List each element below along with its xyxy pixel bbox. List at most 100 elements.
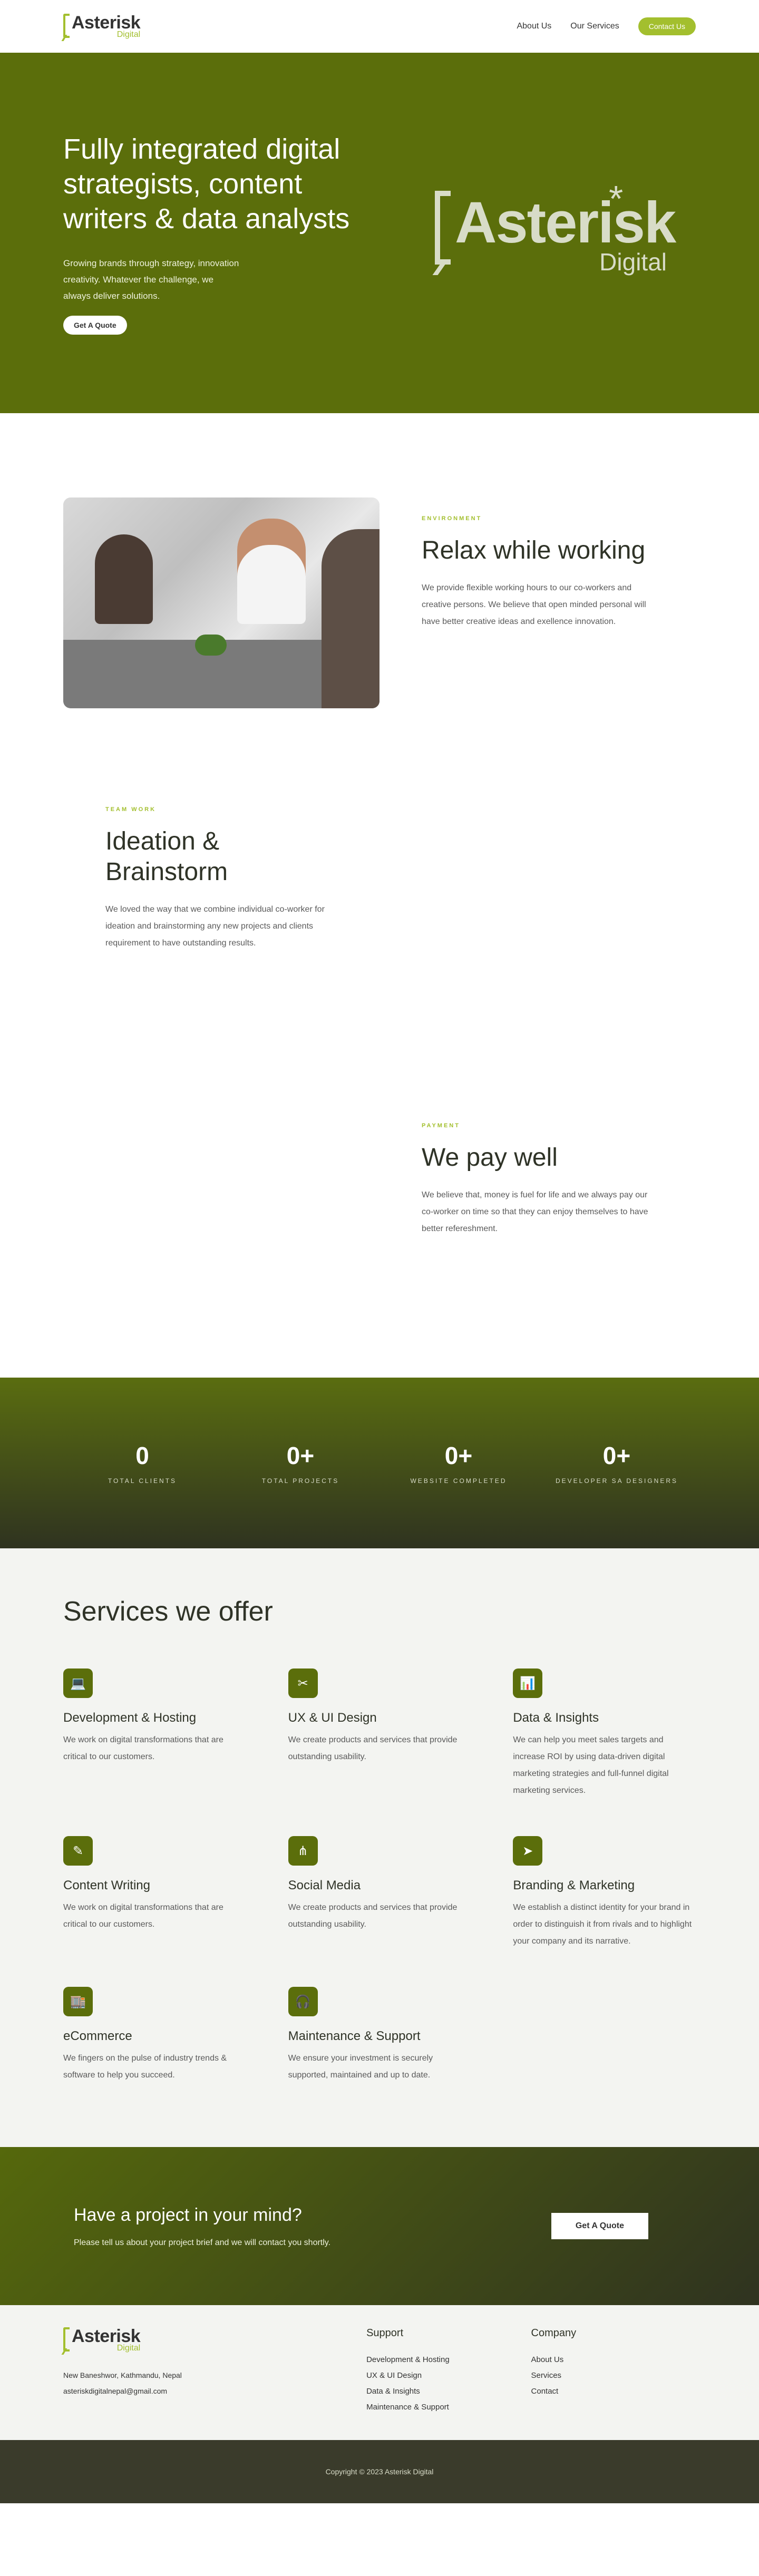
service-card: ➤ Branding & Marketing We establish a di… (513, 1836, 696, 1950)
feature-eyebrow: PAYMENT (422, 1123, 460, 1129)
service-description: We can help you meet sales targets and i… (513, 1735, 669, 1795)
footer-link[interactable]: Maintenance & Support (366, 2399, 531, 2415)
feature-title: We pay well (422, 1144, 558, 1172)
service-card: 🏬 eCommerce We fingers on the pulse of i… (63, 1987, 246, 2084)
stat-label: TOTAL CLIENTS (108, 1477, 177, 1485)
footer-company-title: Company (531, 2327, 577, 2339)
footer-link[interactable]: Development & Hosting (366, 2352, 531, 2368)
service-card: 🎧 Maintenance & Support We ensure your i… (288, 1987, 471, 2084)
feature-description: We loved the way that we combine individ… (105, 905, 325, 948)
service-description: We ensure your investment is securely su… (288, 2054, 433, 2080)
footer-support-column: Support Development & Hosting UX & UI De… (366, 2327, 531, 2440)
office-meeting-photo (63, 497, 380, 708)
stat-total-clients: 0 TOTAL CLIENTS (74, 1441, 211, 1485)
stat-label: DEVELOPER SA DESIGNERS (555, 1477, 678, 1485)
service-card: ⋔ Social Media We create products and se… (288, 1836, 471, 1950)
feature-environment: ENVIRONMENT Relax while working We provi… (0, 413, 759, 759)
stat-number: 0 (135, 1442, 149, 1469)
copyright-text: Copyright © 2023 Asterisk Digital (325, 2467, 434, 2476)
stat-number: 0+ (602, 1442, 631, 1469)
service-card: ✂ UX & UI Design We create products and … (288, 1668, 471, 1799)
main-nav: About Us Our Services Contact Us (517, 17, 696, 35)
footer-company-column: Company About Us Services Contact (531, 2327, 696, 2440)
footer-link[interactable]: Data & Insights (366, 2384, 531, 2399)
services-section: Services we offer 💻 Development & Hostin… (0, 1548, 759, 2147)
feature-title: Ideation & Brainstorm (105, 827, 228, 886)
stats-section: 0 TOTAL CLIENTS 0+ TOTAL PROJECTS 0+ WEB… (0, 1378, 759, 1548)
contact-us-button[interactable]: Contact Us (638, 17, 696, 35)
cta-section: Have a project in your mind? Please tell… (0, 2147, 759, 2305)
service-title: eCommerce (63, 2029, 132, 2043)
service-title: UX & UI Design (288, 1711, 377, 1725)
footer-support-title: Support (366, 2327, 404, 2339)
logo-main-text: Asterisk (72, 2326, 141, 2346)
stat-total-projects: 0+ TOTAL PROJECTS (232, 1441, 369, 1485)
services-grid: 💻 Development & Hosting We work on digit… (63, 1668, 696, 2084)
cta-description: Please tell us about your project brief … (74, 2238, 331, 2247)
copyright-bar: Copyright © 2023 Asterisk Digital (0, 2440, 759, 2503)
logo-sub-text: Digital (116, 2344, 141, 2353)
hero-section: Fully integrated digital strategists, co… (0, 53, 759, 413)
hero-title: Fully integrated digital strategists, co… (63, 133, 350, 235)
feature-description: We provide flexible working hours to our… (422, 583, 646, 626)
logo-sub-text: Digital (116, 30, 141, 39)
footer-logo[interactable]: Asterisk Digital (63, 2327, 366, 2353)
footer-link[interactable]: About Us (531, 2352, 696, 2368)
asterisk-icon: * (609, 178, 624, 219)
hero-logo-sub-text: Digital (599, 248, 667, 276)
stat-number: 0+ (444, 1442, 473, 1469)
footer-link[interactable]: Contact (531, 2384, 696, 2399)
service-description: We work on digital transformations that … (63, 1735, 223, 1761)
nav-about-us[interactable]: About Us (517, 22, 551, 31)
share-icon: ⋔ (288, 1836, 318, 1866)
stat-label: TOTAL PROJECTS (261, 1477, 339, 1485)
feature-eyebrow: TEAM WORK (105, 806, 157, 813)
headphones-icon: 🎧 (288, 1987, 318, 2016)
service-description: We create products and services that pro… (288, 1735, 458, 1761)
nav-our-services[interactable]: Our Services (570, 22, 619, 31)
stat-website-completed: 0+ WEBSITE COMPLETED (390, 1441, 527, 1485)
service-title: Data & Insights (513, 1711, 599, 1725)
feature-eyebrow: ENVIRONMENT (422, 515, 482, 522)
chart-icon: 📊 (513, 1668, 543, 1698)
service-description: We establish a distinct identity for you… (513, 1903, 692, 1946)
hero-logo-bracket-icon (435, 191, 451, 265)
services-title: Services we offer (63, 1596, 273, 1627)
logo-bracket-icon (63, 14, 70, 38)
footer-link[interactable]: Services (531, 2368, 696, 2384)
footer-link[interactable]: UX & UI Design (366, 2368, 531, 2384)
feature-description: We believe that, money is fuel for life … (422, 1191, 648, 1233)
service-description: We create products and services that pro… (288, 1903, 458, 1929)
service-card: 📊 Data & Insights We can help you meet s… (513, 1668, 696, 1799)
feature-title: Relax while working (422, 536, 646, 564)
stat-label: WEBSITE COMPLETED (410, 1477, 507, 1485)
service-card: ✎ Content Writing We work on digital tra… (63, 1836, 246, 1950)
stat-number: 0+ (286, 1442, 315, 1469)
logo[interactable]: Asterisk Digital (63, 13, 141, 39)
service-title: Branding & Marketing (513, 1878, 635, 1892)
hero-logo-main-text: Asterisk (455, 190, 676, 255)
hero-get-quote-button[interactable]: Get A Quote (63, 315, 127, 335)
service-title: Maintenance & Support (288, 2029, 421, 2043)
cta-get-quote-button[interactable]: Get A Quote (551, 2213, 648, 2239)
service-title: Social Media (288, 1878, 361, 1892)
service-description: We work on digital transformations that … (63, 1903, 223, 1929)
service-title: Content Writing (63, 1878, 150, 1892)
footer-email[interactable]: asteriskdigitalnepal@gmail.com (63, 2383, 366, 2399)
logo-main-text: Asterisk (72, 13, 141, 33)
cta-title: Have a project in your mind? (74, 2204, 302, 2225)
site-footer: Asterisk Digital New Baneshwor, Kathmand… (0, 2305, 759, 2440)
send-icon: ➤ (513, 1836, 543, 1866)
service-title: Development & Hosting (63, 1711, 197, 1725)
store-icon: 🏬 (63, 1987, 93, 2016)
laptop-icon: 💻 (63, 1668, 93, 1698)
site-header: Asterisk Digital About Us Our Services C… (0, 0, 759, 53)
hero-logo: Asterisk * Digital (432, 180, 676, 280)
feature-payment: PAYMENT We pay well We believe that, mon… (0, 1070, 759, 1378)
service-description: We fingers on the pulse of industry tren… (63, 2054, 227, 2080)
footer-address: New Baneshwor, Kathmandu, Nepal (63, 2371, 182, 2379)
service-card: 💻 Development & Hosting We work on digit… (63, 1668, 246, 1799)
logo-bracket-icon (63, 2327, 70, 2351)
design-tools-icon: ✂ (288, 1668, 318, 1698)
hero-description: Growing brands through strategy, innovat… (63, 258, 239, 301)
